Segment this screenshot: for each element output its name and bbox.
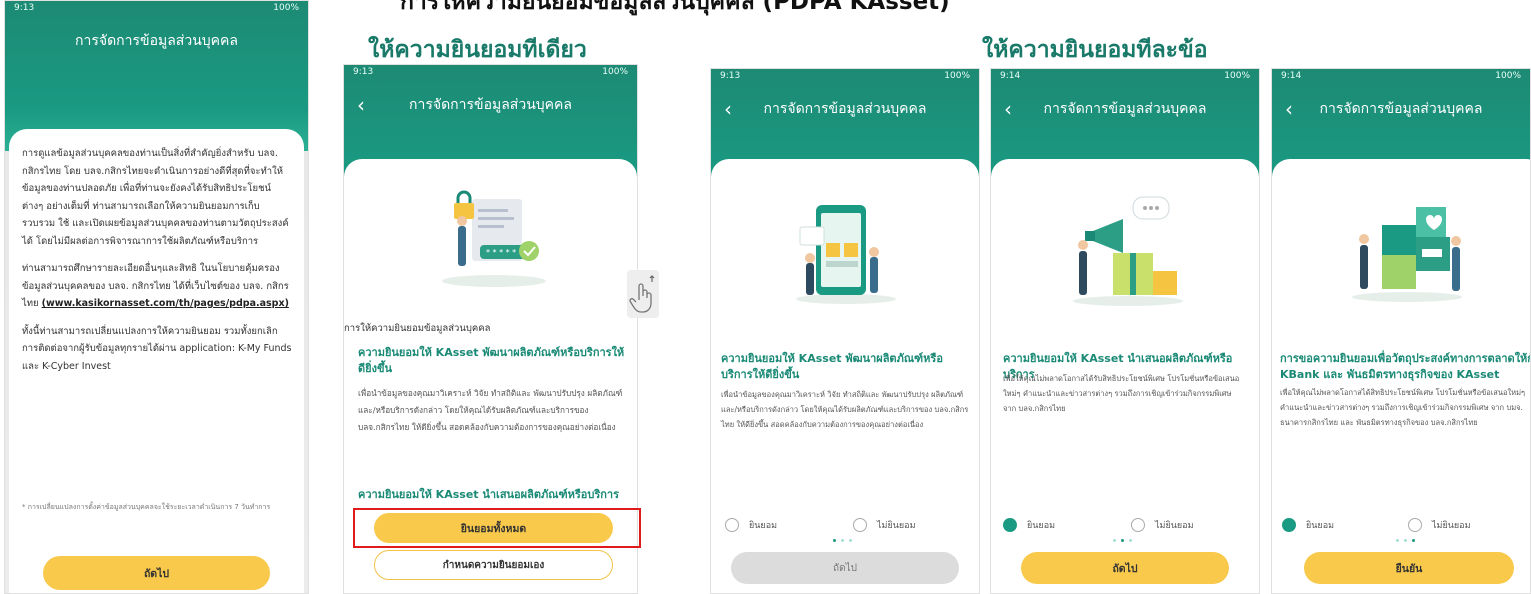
page-dot <box>1412 539 1415 542</box>
decline-radio[interactable] <box>1131 518 1145 532</box>
phone-screen-consent-2: 9:14 100% ‹ การจัดการข้อมูลส่วนบุคคล ควา… <box>990 68 1260 594</box>
page-dot <box>1113 539 1116 542</box>
status-time: 9:13 <box>720 71 741 81</box>
confirm-button[interactable]: ยืนยัน <box>1304 552 1514 584</box>
consent-card: ความยินยอมให้ KAsset นำเสนอผลิตภัณฑ์หรือ… <box>991 159 1259 593</box>
decline-radio[interactable] <box>1408 518 1422 532</box>
status-time: 9:13 <box>14 3 35 13</box>
desc-offer-products: เพื่อให้คุณไม่พลาดโอกาสได้รับสิทธิประโยช… <box>1003 374 1240 413</box>
decline-label: ไม่ยินยอม <box>1155 521 1194 531</box>
next-button[interactable]: ถัดไป <box>1021 552 1229 584</box>
footnote: * การเปลี่ยนแปลงการตั้งค่าข้อมูลส่วนบุคค… <box>22 503 271 511</box>
tap-gesture <box>627 270 659 318</box>
decline-option[interactable]: ไม่ยินยอม <box>1408 518 1471 532</box>
document-security-illustration-icon: * * * * * <box>442 190 546 287</box>
consent-option[interactable]: ยินยอม <box>1282 518 1334 532</box>
phone-screen-consent-3: 9:14 100% ‹ การจัดการข้อมูลส่วนบุคคล การ… <box>1271 68 1531 594</box>
pdpa-link[interactable]: (www.kasikornasset.com/th/pages/pdpa.asp… <box>42 298 289 309</box>
page-dot <box>1396 539 1399 542</box>
section-title-all-at-once: ให้ความยินยอมทีเดียว <box>368 37 587 63</box>
back-arrow-icon[interactable]: ‹ <box>711 97 745 121</box>
app-development-illustration-icon <box>796 205 896 304</box>
desc-marketing-partners: เพื่อให้คุณไม่พลาดโอกาสได้สิทธิประโยชน์พ… <box>1280 388 1526 427</box>
screen-title: การจัดการข้อมูลส่วนบุคคล <box>75 33 238 49</box>
page-dot <box>1404 539 1407 542</box>
consent-card: ความยินยอมให้ KAsset พัฒนาผลิตภัณฑ์หรือบ… <box>711 159 979 593</box>
decline-label: ไม่ยินยอม <box>877 521 916 531</box>
screen-title: การจัดการข้อมูลส่วนบุคคล <box>409 97 572 113</box>
status-battery: 100% <box>273 3 299 13</box>
page-dot <box>841 539 844 542</box>
consent-radio[interactable] <box>1282 518 1296 532</box>
screen-title: การจัดการข้อมูลส่วนบุคคล <box>1319 101 1483 117</box>
policy-paragraph: ท่านสามารถศึกษารายละเอียดอื่นๆและสิทธิ ใ… <box>22 260 292 313</box>
intro-paragraph: การดูแลข้อมูลส่วนบุคคลของท่านเป็นสิ่งที่… <box>22 148 289 247</box>
status-time: 9:14 <box>1281 71 1302 81</box>
consent-option[interactable]: ยินยอม <box>1003 518 1055 532</box>
consent-radio[interactable] <box>725 518 739 532</box>
consent-radio[interactable] <box>1003 518 1017 532</box>
phone-screen-consent-1: 9:13 100% ‹ การจัดการข้อมูลส่วนบุคคล ควา… <box>710 68 980 594</box>
decline-option[interactable]: ไม่ยินยอม <box>853 518 916 532</box>
section-label: การให้ความยินยอมข้อมูลส่วนบุคคล <box>344 323 491 334</box>
status-time: 9:14 <box>1000 71 1021 81</box>
next-button[interactable]: ถัดไป <box>43 556 270 590</box>
status-bar: 9:13 100% <box>5 3 308 17</box>
decline-radio[interactable] <box>853 518 867 532</box>
app-bar: การจัดการข้อมูลส่วนบุคคล <box>5 21 308 61</box>
page-indicator <box>833 539 852 542</box>
highlight-box <box>353 508 641 548</box>
status-bar: 9:14 100% <box>991 71 1259 85</box>
page-dot <box>849 539 852 542</box>
heading-marketing-partners: การขอความยินยอมเพื่อวัตถุประสงค์ทางการตล… <box>1280 352 1531 381</box>
status-bar: 9:13 100% <box>711 71 979 85</box>
app-bar: ‹ การจัดการข้อมูลส่วนบุคคล <box>991 89 1259 129</box>
decline-label: ไม่ยินยอม <box>1432 521 1471 531</box>
page-dot <box>1121 539 1124 542</box>
desc-develop-products: เพื่อนำข้อมูลของคุณมาวิเคราะห์ วิจัย ทำส… <box>358 388 623 432</box>
custom-consent-button[interactable]: กำหนดความยินยอมเอง <box>374 550 613 580</box>
heading-develop-products: ความยินยอมให้ KAsset พัฒนาผลิตภัณฑ์หรือบ… <box>721 352 943 381</box>
back-arrow-icon[interactable]: ‹ <box>991 97 1025 121</box>
page-dot <box>833 539 836 542</box>
heading-offer-products: ความยินยอมให้ KAsset นำเสนอผลิตภัณฑ์หรือ… <box>358 488 619 501</box>
consent-card: การขอความยินยอมเพื่อวัตถุประสงค์ทางการตล… <box>1272 159 1531 593</box>
back-arrow-icon[interactable]: ‹ <box>344 93 378 117</box>
change-consent-paragraph: ทั้งนี้ท่านสามารถเปลี่ยนแปลงการให้ความยิ… <box>22 325 292 372</box>
page-title: การให้ความยินยอมข้อมูลส่วนบุคคล (PDPA KA… <box>400 0 950 15</box>
svg-text:* * * * *: * * * * * <box>486 248 516 257</box>
back-arrow-icon[interactable]: ‹ <box>1272 97 1306 121</box>
partnership-puzzle-illustration-icon <box>1352 207 1462 302</box>
status-bar: 9:13 100% <box>344 67 637 81</box>
marketing-gift-illustration-icon <box>1073 196 1183 306</box>
page-dot <box>1129 539 1132 542</box>
consent-option[interactable]: ยินยอม <box>725 518 777 532</box>
phone-screen-intro: 9:13 100% การจัดการข้อมูลส่วนบุคคล การดู… <box>4 0 309 594</box>
page-indicator <box>1113 539 1132 542</box>
hand-pointer-icon <box>629 275 655 313</box>
screen-title: การจัดการข้อมูลส่วนบุคคล <box>1043 101 1207 117</box>
consent-label: ยินยอม <box>1306 521 1335 531</box>
status-battery: 100% <box>1495 71 1521 81</box>
status-time: 9:13 <box>353 67 374 77</box>
page-indicator <box>1396 539 1415 542</box>
heading-develop-products: ความยินยอมให้ KAsset พัฒนาผลิตภัณฑ์หรือบ… <box>358 346 625 375</box>
consent-label: ยินยอม <box>1027 521 1056 531</box>
consent-info-card: การดูแลข้อมูลส่วนบุคคลของท่านเป็นสิ่งที่… <box>9 129 304 593</box>
status-battery: 100% <box>602 67 628 77</box>
app-bar: ‹ การจัดการข้อมูลส่วนบุคคล <box>1272 89 1530 129</box>
next-button-disabled[interactable]: ถัดไป <box>731 552 959 584</box>
app-bar: ‹ การจัดการข้อมูลส่วนบุคคล <box>711 89 979 129</box>
status-bar: 9:14 100% <box>1272 71 1530 85</box>
app-bar: ‹ การจัดการข้อมูลส่วนบุคคล <box>344 85 637 125</box>
desc-develop-products: เพื่อนำข้อมูลของคุณมาวิเคราะห์ วิจัย ทำส… <box>721 390 969 429</box>
decline-option[interactable]: ไม่ยินยอม <box>1131 518 1194 532</box>
screen-title: การจัดการข้อมูลส่วนบุคคล <box>763 101 927 117</box>
section-title-one-by-one: ให้ความยินยอมทีละข้อ <box>982 37 1208 63</box>
status-battery: 100% <box>944 71 970 81</box>
status-battery: 100% <box>1224 71 1250 81</box>
consent-label: ยินยอม <box>749 521 778 531</box>
